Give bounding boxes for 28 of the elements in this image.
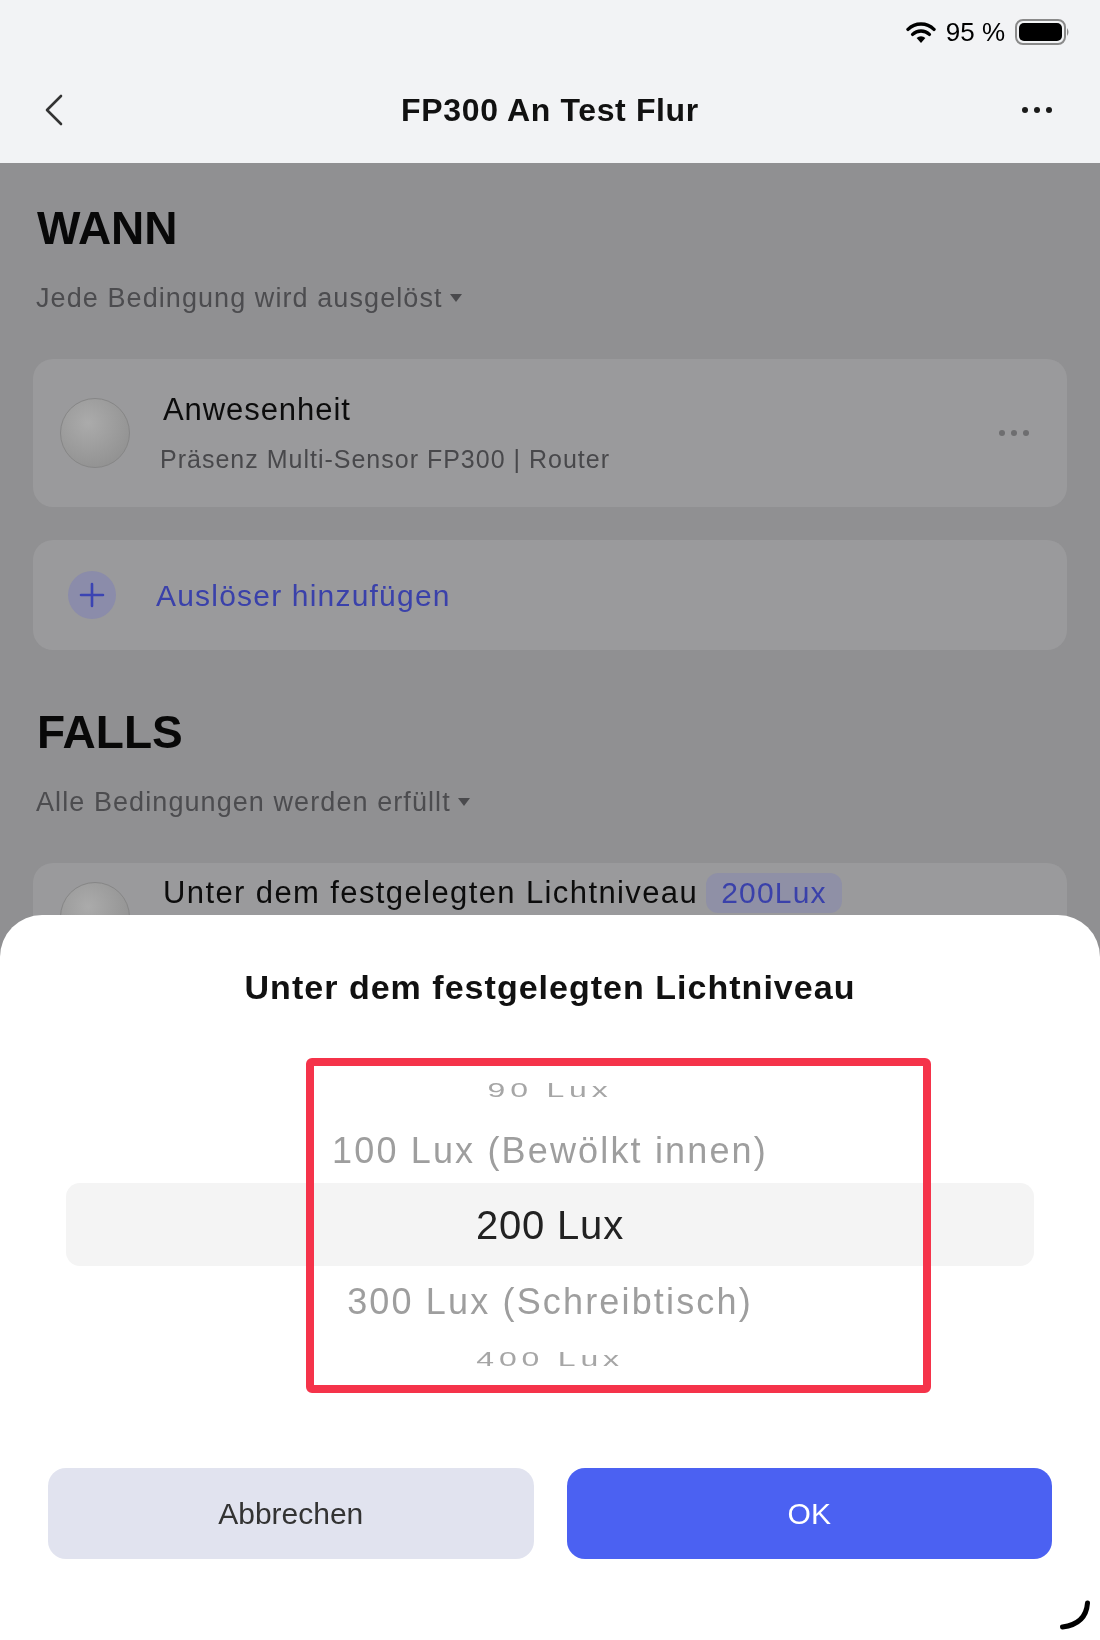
picker-option[interactable]: 100 Lux (Bewölkt innen) (332, 1132, 768, 1169)
wifi-icon (905, 21, 936, 43)
picker-option[interactable]: 300 Lux (Schreibtisch) (347, 1284, 753, 1320)
condition-mode-dropdown[interactable]: Jede Bedingung wird ausgelöst (36, 282, 462, 314)
sheet-title: Unter dem festgelegten Lichtniveau (244, 967, 856, 1008)
picker-option[interactable]: 200 Lux (66, 1183, 1034, 1266)
value-badge: 200Lux (706, 873, 842, 913)
page-title: FP300 An Test Flur (401, 90, 699, 130)
more-icon[interactable] (1022, 106, 1052, 113)
trigger-card[interactable]: Anwesenheit Präsenz Multi-Sensor FP300 | Router (33, 359, 1067, 507)
battery-icon (1015, 19, 1070, 45)
add-trigger-button[interactable]: Auslöser hinzufügen (33, 540, 1067, 650)
picker-option[interactable]: 90 Lux (487, 1080, 613, 1100)
picker-option[interactable]: 400 Lux (476, 1349, 624, 1369)
cancel-button[interactable]: Abbrechen (48, 1468, 534, 1559)
battery-percentage: 95 % (945, 17, 1005, 47)
trigger-title: Anwesenheit (163, 392, 351, 428)
plus-icon (68, 571, 116, 619)
caret-icon (449, 294, 462, 302)
condition-mode-dropdown[interactable]: Alle Bedingungen werden erfüllt (36, 786, 470, 818)
ok-button[interactable]: OK (566, 1468, 1052, 1559)
section-heading: WANN (37, 202, 178, 254)
arc-icon (1059, 1600, 1091, 1630)
caret-icon (457, 798, 470, 806)
back-icon[interactable] (45, 93, 63, 126)
trigger-subtitle: Präsenz Multi-Sensor FP300 | Router (160, 444, 610, 474)
section-heading: FALLS (37, 706, 183, 758)
condition-title: Unter dem festgelegten Lichtniveau (163, 875, 699, 911)
